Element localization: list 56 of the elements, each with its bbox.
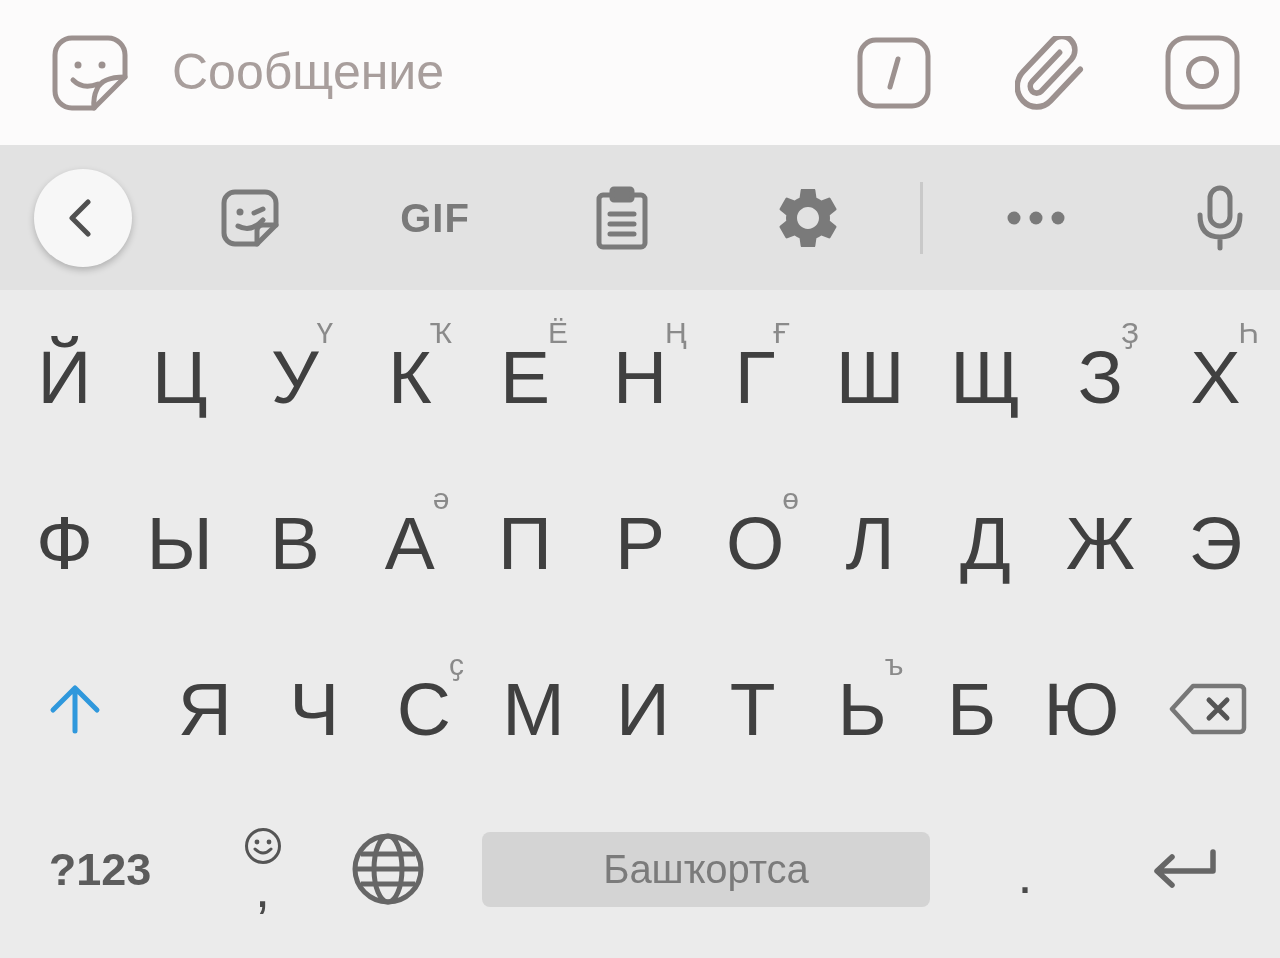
key-hint: Ү xyxy=(316,317,334,348)
letter-key[interactable]: Ы xyxy=(146,505,213,581)
camera-icon[interactable] xyxy=(1165,35,1240,110)
settings-icon[interactable] xyxy=(779,188,837,247)
smiley-icon xyxy=(243,827,282,866)
key-hint: Ҡ xyxy=(429,317,452,348)
sticker-icon[interactable] xyxy=(52,34,128,111)
sticker-icon[interactable] xyxy=(221,188,279,247)
letter-key[interactable]: И xyxy=(616,671,670,747)
letter-key[interactable]: Т xyxy=(729,671,776,747)
letter-key[interactable]: О xyxy=(725,505,785,581)
letter-key[interactable]: Р xyxy=(615,505,666,581)
letter-key[interactable]: М xyxy=(502,671,565,747)
letter-key[interactable]: Ь xyxy=(837,671,887,747)
letter-key[interactable]: Н xyxy=(612,339,668,415)
letter-key[interactable]: Л xyxy=(845,505,895,581)
chevron-left-icon xyxy=(68,198,92,237)
letter-key[interactable]: У xyxy=(270,339,319,415)
letter-key[interactable]: Ш xyxy=(835,339,905,415)
letter-key[interactable]: Г xyxy=(734,339,776,415)
letter-key[interactable]: П xyxy=(497,505,552,581)
microphone-icon[interactable] xyxy=(1196,184,1244,251)
key-hint: ъ xyxy=(884,649,904,680)
backspace-icon[interactable] xyxy=(1169,683,1248,735)
letter-key[interactable]: Ч xyxy=(289,671,340,747)
symbols-key[interactable]: ?123 xyxy=(48,846,152,892)
letter-key[interactable]: К xyxy=(387,339,432,415)
key-hint: Ғ xyxy=(773,317,790,348)
shift-icon[interactable] xyxy=(48,684,102,734)
key-hint: Ҙ xyxy=(1121,317,1140,348)
slash-icon[interactable] xyxy=(857,36,931,109)
clipboard-icon[interactable] xyxy=(596,185,648,250)
letter-key[interactable]: Э xyxy=(1188,505,1243,581)
letter-key[interactable]: З xyxy=(1077,339,1124,415)
globe-icon[interactable] xyxy=(351,833,424,905)
letter-key[interactable]: Б xyxy=(947,671,997,747)
letter-key[interactable]: Х xyxy=(1190,339,1241,415)
key-hint: Ё xyxy=(547,317,568,348)
back-button[interactable] xyxy=(34,168,132,267)
letter-key[interactable]: А xyxy=(384,505,435,581)
key-hint: Һ xyxy=(1238,317,1259,348)
letter-key[interactable]: Е xyxy=(499,339,550,415)
period-key[interactable]: . xyxy=(1017,847,1033,901)
key-hint: ҫ xyxy=(449,649,464,680)
key-hint: Ң xyxy=(665,317,687,348)
enter-icon[interactable] xyxy=(1151,849,1217,889)
key-hint: ә xyxy=(432,483,450,514)
letter-key[interactable]: В xyxy=(269,505,320,581)
letter-key[interactable]: Ю xyxy=(1043,671,1120,747)
paperclip-icon[interactable] xyxy=(1015,35,1085,110)
more-icon[interactable] xyxy=(1007,210,1065,225)
letter-key[interactable]: Ж xyxy=(1065,505,1135,581)
key-hint: ө xyxy=(782,483,799,514)
letter-key[interactable]: Я xyxy=(177,671,232,747)
letter-key[interactable]: Ф xyxy=(36,505,94,581)
letter-key[interactable]: С xyxy=(396,671,451,747)
